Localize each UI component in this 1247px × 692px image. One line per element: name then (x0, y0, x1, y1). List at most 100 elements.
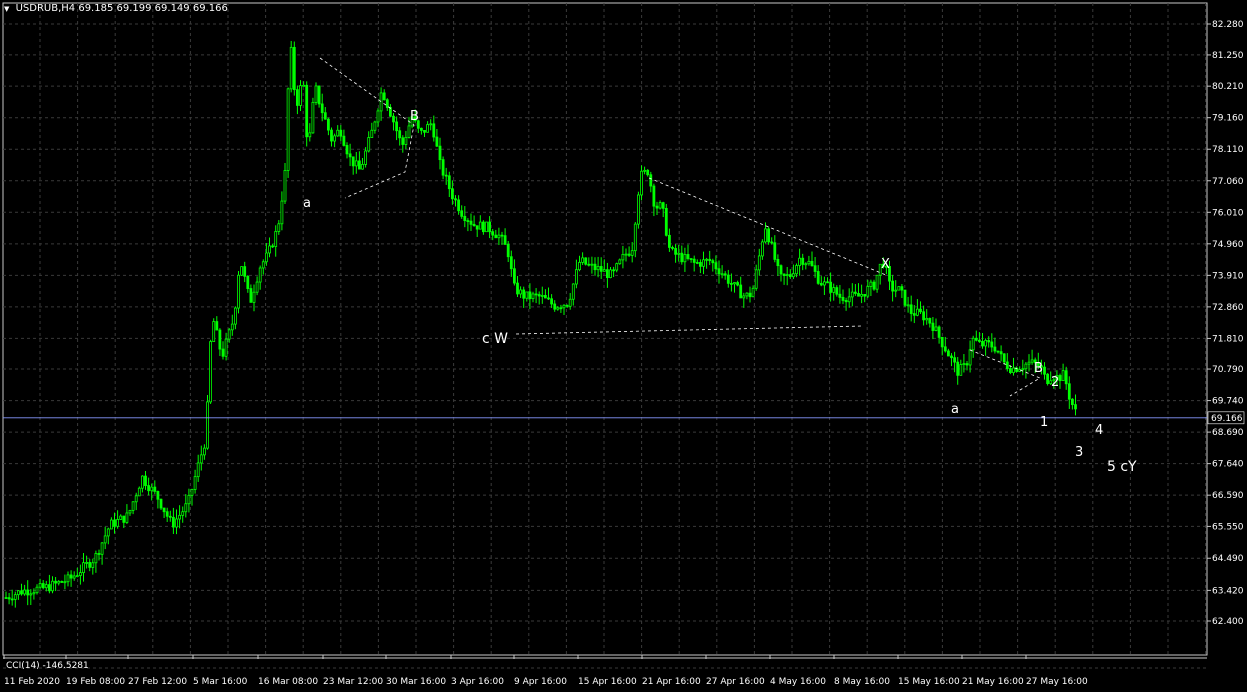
wave-label: B (1034, 361, 1043, 376)
candle-bear (593, 263, 597, 271)
candle-bull (875, 274, 879, 290)
candle-bull (314, 85, 318, 103)
candle-bear (41, 583, 45, 589)
price-tick-label: 67.640 (1212, 460, 1244, 470)
candle-bull (91, 562, 95, 568)
chart-header: ▼ USDRUB,H4 69.185 69.199 69.149 69.166 (4, 3, 228, 14)
candle-bull (568, 298, 572, 307)
candle-bear (513, 268, 516, 284)
candle-bear (537, 294, 541, 297)
time-tick-label: 21 May 16:00 (962, 677, 1024, 687)
candle-bull (540, 295, 544, 297)
candle-bear (655, 205, 659, 209)
wave-label: c W (482, 331, 508, 347)
candle-bull (283, 170, 287, 202)
candle-bull (807, 260, 811, 265)
candle-bull (785, 274, 789, 277)
candle-bull (894, 289, 898, 292)
candle-bear (950, 355, 953, 359)
candle-bear (351, 156, 355, 167)
candle-bear (162, 507, 166, 513)
candle-bull (190, 489, 194, 496)
candle-bull (140, 475, 144, 489)
candle-bear (1043, 366, 1046, 375)
candle-bear (664, 207, 668, 236)
candle-bull (110, 519, 113, 530)
price-chart[interactable]: 82.280 81.250 80.210 79.160 78.110 77.060 76.0… (0, 0, 1247, 692)
candle-bear (819, 282, 823, 286)
candle-bear (423, 130, 426, 133)
price-tick-label: 77.060 (1212, 177, 1244, 187)
candle-bull (230, 323, 234, 331)
candle-bull (16, 590, 20, 596)
candle-bull (131, 501, 135, 511)
candle-bear (295, 89, 299, 106)
candle-bull (897, 286, 901, 291)
candle-bear (488, 221, 492, 233)
candle-bull (240, 266, 244, 276)
candle-bull (916, 308, 919, 316)
candle-bull (497, 234, 501, 239)
price-tick-label: 81.250 (1212, 51, 1244, 61)
candle-bear (1046, 373, 1049, 385)
candle-bear (854, 291, 857, 294)
candle-bull (116, 519, 119, 527)
candle-bear (699, 262, 702, 267)
candle-bear (122, 515, 126, 523)
candle-bear (156, 490, 160, 500)
candle-bear (844, 300, 848, 303)
candle-bull (32, 592, 36, 595)
candle-bull (38, 583, 42, 588)
candle-bull (72, 575, 76, 579)
candle-bull (968, 349, 972, 366)
candle-bear (320, 103, 324, 114)
candle-bear (1071, 398, 1074, 406)
candle-bear (695, 262, 699, 264)
candle-bear (773, 242, 777, 260)
time-tick-label: 27 May 16:00 (1026, 677, 1088, 687)
candle-bear (584, 257, 588, 265)
candle-bull (596, 266, 600, 271)
candle-bear (974, 337, 978, 341)
candle-bear (776, 258, 780, 267)
candle-bear (841, 296, 845, 301)
candle-bull (971, 337, 975, 351)
candle-bear (271, 245, 275, 248)
candle-bear (69, 574, 73, 579)
candle-bear (534, 293, 538, 296)
candle-bear (857, 293, 860, 297)
candle-bear (953, 357, 956, 363)
candle-bear (559, 307, 563, 310)
candle-bull (720, 273, 724, 276)
candle-bear (931, 322, 935, 331)
candle-bear (956, 361, 960, 376)
price-tick-label: 63.420 (1212, 586, 1244, 596)
candle-bear (748, 292, 752, 298)
candle-bear (627, 253, 631, 256)
candle-bear (872, 281, 876, 290)
candle-bull (984, 340, 987, 347)
candle-bull (478, 221, 482, 230)
candle-bear (779, 265, 783, 275)
candle-bear (460, 210, 464, 217)
candle-bear (810, 260, 814, 267)
candle-bear (730, 282, 733, 285)
candle-bull (618, 259, 622, 265)
candle-bear (813, 265, 817, 272)
ohlc-values: 69.185 69.199 69.149 69.166 (78, 3, 228, 14)
candle-bull (925, 318, 929, 321)
collapse-triangle-icon[interactable]: ▼ (4, 5, 9, 13)
candle-bear (441, 159, 445, 176)
candle-bear (388, 107, 392, 117)
time-tick-label: 3 Apr 16:00 (451, 677, 504, 687)
candle-bull (224, 338, 228, 357)
candle-bear (221, 348, 225, 357)
candle-bear (153, 486, 157, 492)
candle-bull (51, 580, 54, 592)
candle-bear (708, 258, 712, 262)
candle-bull (82, 562, 85, 574)
wave-label: 1 (1040, 415, 1048, 430)
candle-bear (249, 288, 253, 303)
price-tick-label: 68.690 (1212, 428, 1244, 438)
price-tick-label: 71.810 (1212, 334, 1244, 344)
